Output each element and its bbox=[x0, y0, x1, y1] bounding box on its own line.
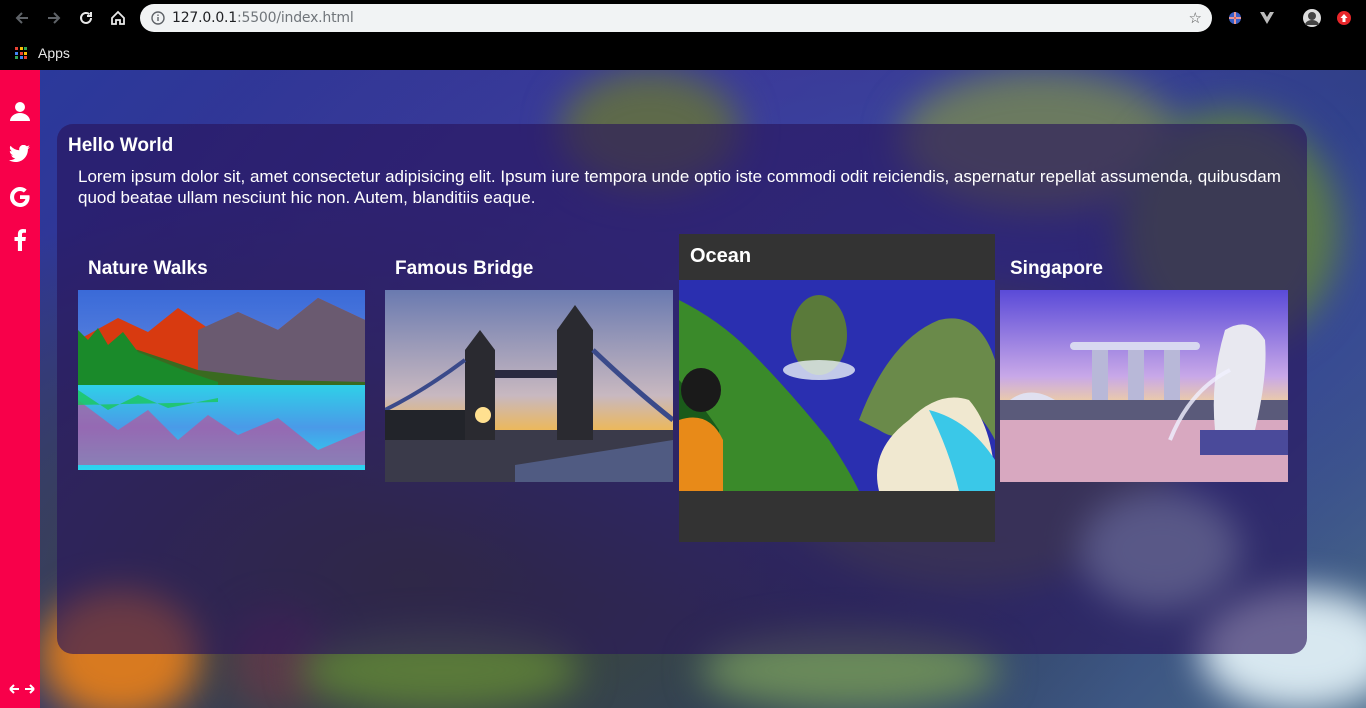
singapore-image bbox=[1000, 290, 1288, 482]
apps-grid-icon[interactable] bbox=[15, 47, 27, 59]
card-nature-walks[interactable]: Nature Walks bbox=[78, 254, 365, 474]
apps-bookmark[interactable]: Apps bbox=[38, 45, 70, 61]
back-button[interactable] bbox=[8, 4, 36, 32]
url-text: 127.0.0.1:5500/index.html bbox=[172, 10, 354, 26]
twitter-icon[interactable] bbox=[8, 142, 32, 166]
famous-bridge-image bbox=[385, 290, 673, 482]
social-sidebar bbox=[0, 70, 40, 708]
card-title: Ocean bbox=[690, 245, 752, 267]
page-viewport: Hello World Lorem ipsum dolor sit, amet … bbox=[0, 70, 1366, 708]
browser-toolbar: 127.0.0.1:5500/index.html ☆ bbox=[0, 0, 1366, 36]
ocean-image bbox=[679, 280, 995, 491]
site-info-icon[interactable] bbox=[144, 11, 172, 25]
back-arrow-icon bbox=[15, 12, 28, 24]
card-singapore[interactable]: Singapore bbox=[1000, 254, 1288, 484]
facebook-icon[interactable] bbox=[8, 228, 32, 252]
nature-walks-image bbox=[78, 290, 365, 470]
expand-arrows-icon[interactable] bbox=[7, 677, 37, 701]
card-famous-bridge[interactable]: Famous Bridge bbox=[385, 254, 673, 484]
reload-button[interactable] bbox=[72, 4, 100, 32]
user-icon[interactable] bbox=[8, 99, 32, 123]
bookmarks-bar: Apps bbox=[0, 36, 1366, 70]
extension-vue-icon[interactable] bbox=[1257, 8, 1277, 28]
intro-paragraph: Lorem ipsum dolor sit, amet consectetur … bbox=[78, 167, 1281, 207]
address-bar[interactable]: 127.0.0.1:5500/index.html ☆ bbox=[140, 4, 1212, 32]
card-title: Famous Bridge bbox=[395, 258, 534, 279]
content-panel: Hello World Lorem ipsum dolor sit, amet … bbox=[57, 124, 1307, 654]
home-button[interactable] bbox=[104, 4, 132, 32]
reload-icon bbox=[80, 11, 92, 24]
profile-avatar-icon[interactable] bbox=[1302, 8, 1322, 28]
card-ocean[interactable]: Ocean bbox=[679, 234, 995, 542]
forward-arrow-icon bbox=[48, 12, 61, 24]
card-title: Nature Walks bbox=[88, 258, 208, 279]
forward-button[interactable] bbox=[40, 4, 68, 32]
update-menu-icon[interactable] bbox=[1334, 8, 1354, 28]
home-icon bbox=[111, 10, 125, 25]
extension-flag-icon[interactable] bbox=[1225, 8, 1245, 28]
bookmark-star-icon[interactable]: ☆ bbox=[1189, 9, 1202, 27]
card-title: Singapore bbox=[1010, 258, 1103, 279]
google-icon[interactable] bbox=[8, 185, 32, 209]
page-title: Hello World bbox=[68, 135, 174, 156]
